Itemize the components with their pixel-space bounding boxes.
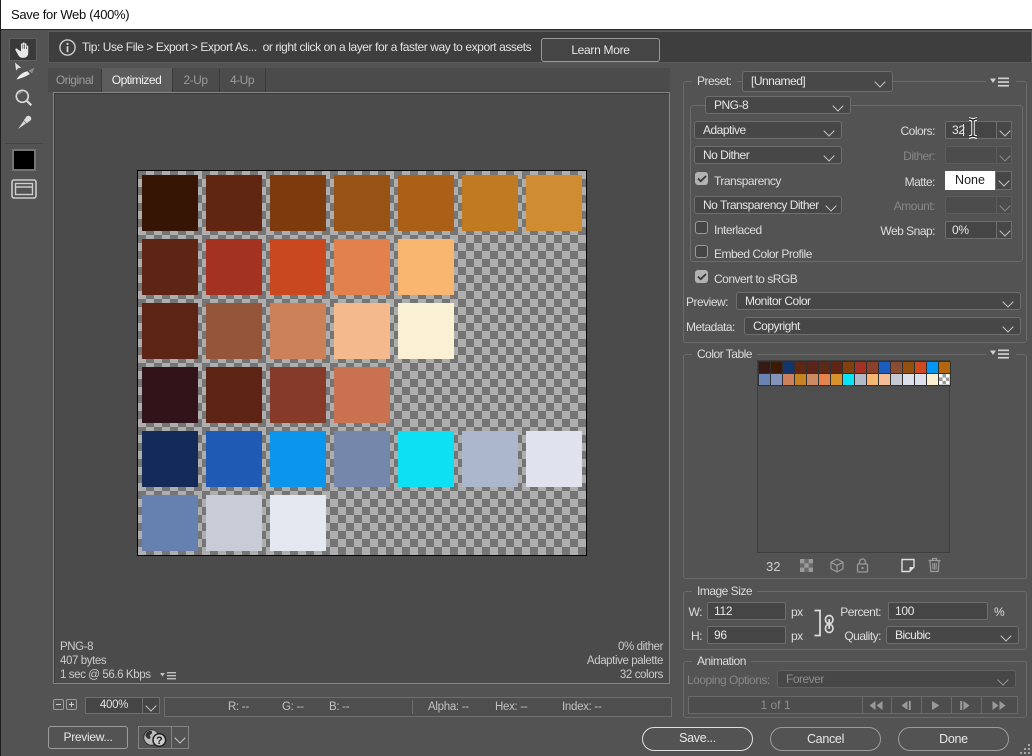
svg-text:?: ? bbox=[156, 735, 163, 747]
